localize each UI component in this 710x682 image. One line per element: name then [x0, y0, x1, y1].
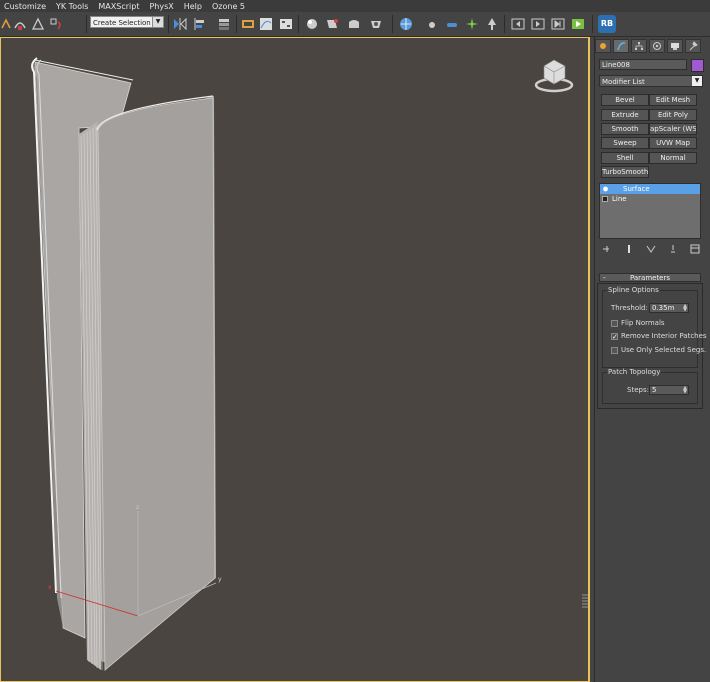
threshold-spinner[interactable]: 0.35m ▲ ▼ [649, 303, 689, 313]
remove-interior-patches-checkbox[interactable]: ✓ [611, 333, 618, 341]
mirror-icon[interactable] [172, 16, 188, 32]
flip-normals-label: Flip Normals [621, 319, 665, 327]
axis-z-label: z [136, 504, 139, 511]
object-name-field[interactable]: Line008 [599, 59, 687, 70]
expand-icon[interactable] [602, 196, 608, 202]
shell-button[interactable]: Shell [601, 152, 649, 164]
media-next-icon[interactable] [550, 16, 566, 32]
plugin-globe-icon[interactable] [398, 16, 414, 32]
flip-normals-checkbox[interactable] [611, 320, 618, 327]
stack-item-surface[interactable]: Surface [600, 184, 700, 194]
menu-customize[interactable]: Customize [0, 2, 52, 11]
capsule-tool-icon[interactable] [444, 16, 460, 32]
pin-stack-icon[interactable] [601, 243, 613, 255]
perspective-viewport[interactable]: z x y [0, 37, 590, 682]
sparkle-tool-icon[interactable] [464, 16, 480, 32]
sweep-button[interactable]: Sweep [601, 137, 649, 149]
command-panel-tabs [595, 39, 710, 55]
stack-toolbar [601, 243, 701, 255]
media-play-icon[interactable] [530, 16, 546, 32]
spline-options-group: Spline Options Threshold: 0.35m ▲ ▼ Flip … [602, 286, 707, 368]
sphere-tool-icon[interactable] [424, 16, 440, 32]
bevel-button[interactable]: Bevel [601, 94, 649, 106]
rb-badge-icon[interactable]: RB [598, 15, 616, 33]
steps-spinner[interactable]: 5 ▲ ▼ [649, 385, 689, 395]
spline-options-title: Spline Options [607, 286, 660, 294]
parameters-rollout-header[interactable]: - Parameters [599, 273, 701, 282]
material-editor-icon[interactable] [304, 16, 320, 32]
use-only-selected-segs-label: Use Only Selected Segs. [621, 346, 707, 354]
axis-y-label: y [218, 576, 222, 583]
turbosmooth-button[interactable]: TurboSmooth [601, 166, 649, 178]
menu-physx[interactable]: PhysX [145, 2, 179, 11]
scene-geometry: z x y [31, 57, 574, 671]
render-setup-icon[interactable] [324, 16, 340, 32]
align-icon[interactable] [192, 16, 208, 32]
object-color-swatch[interactable] [691, 59, 704, 72]
steps-label: Steps: [627, 386, 649, 394]
schematic-view-icon[interactable] [278, 16, 294, 32]
select-filter-icon[interactable] [48, 16, 64, 32]
remove-modifier-icon[interactable] [667, 243, 679, 255]
lightbulb-icon[interactable] [602, 186, 609, 193]
modify-tab-icon[interactable] [613, 39, 629, 53]
uvw-map-button[interactable]: UVW Map [649, 137, 697, 149]
unlink-icon[interactable] [12, 16, 28, 32]
threshold-label: Threshold: [611, 304, 648, 312]
display-tab-icon[interactable] [667, 39, 683, 53]
tree-tool-icon[interactable] [484, 16, 500, 32]
selection-set-dropdown[interactable]: Create Selection Se ▼ [90, 16, 164, 28]
create-tab-icon[interactable] [595, 39, 611, 53]
patch-topology-title: Patch Topology [607, 368, 662, 376]
curve-editor-icon[interactable] [258, 16, 274, 32]
normal-button[interactable]: Normal [649, 152, 697, 164]
menu-ozone[interactable]: Ozone 5 [208, 2, 251, 11]
motion-tab-icon[interactable] [649, 39, 665, 53]
smooth-button[interactable]: Smooth [601, 123, 649, 135]
rendered-frame-icon[interactable] [346, 16, 362, 32]
view-cube-icon[interactable] [534, 59, 574, 93]
extrude-button[interactable]: Extrude [601, 109, 649, 121]
hierarchy-tab-icon[interactable] [631, 39, 647, 53]
mapscaler-button[interactable]: apScaler (WSM [649, 123, 697, 135]
edit-mesh-button[interactable]: Edit Mesh [649, 94, 697, 106]
parameters-rollout: Spline Options Threshold: 0.35m ▲ ▼ Flip … [597, 283, 707, 409]
graphite-tools-icon[interactable] [240, 16, 256, 32]
edit-poly-button[interactable]: Edit Poly [649, 109, 697, 121]
menu-maxscript[interactable]: MAXScript [94, 2, 145, 11]
render-green-icon[interactable] [570, 16, 586, 32]
utilities-tab-icon[interactable] [685, 39, 701, 53]
remove-interior-patches-label: Remove Interior Patches [621, 332, 707, 340]
stack-item-line[interactable]: Line [600, 194, 700, 204]
media-prev-icon[interactable] [510, 16, 526, 32]
menu-help[interactable]: Help [180, 2, 208, 11]
render-production-icon[interactable] [368, 16, 384, 32]
make-unique-icon[interactable] [645, 243, 657, 255]
command-panel: Line008 Modifier List ▼ Bevel Edit Mesh E… [594, 37, 710, 682]
viewport-scroll-grip[interactable] [581, 592, 588, 612]
main-toolbar: Create Selection Se ▼ RB [0, 12, 710, 37]
modifier-stack[interactable]: Surface Line [599, 183, 701, 239]
configure-sets-icon[interactable] [689, 243, 701, 255]
use-only-selected-segs-checkbox[interactable] [611, 347, 618, 354]
show-end-result-icon[interactable] [623, 243, 635, 255]
patch-topology-group: Patch Topology Steps: 5 ▲ ▼ [602, 368, 698, 404]
modifier-list-dropdown[interactable]: Modifier List ▼ [599, 75, 703, 87]
layer-manager-icon[interactable] [216, 16, 232, 32]
bind-space-warp-icon[interactable] [30, 16, 46, 32]
axis-x-label: x [48, 584, 52, 591]
menu-yk-tools[interactable]: YK Tools [52, 2, 94, 11]
